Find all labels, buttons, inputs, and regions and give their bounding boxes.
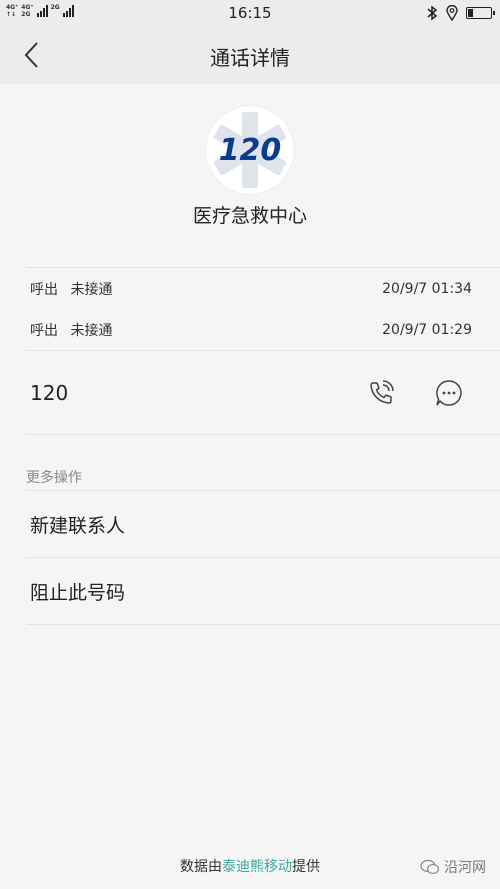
bluetooth-icon xyxy=(427,5,438,21)
message-icon xyxy=(436,380,462,406)
divider xyxy=(26,350,500,351)
call-log-item: 呼出 未接通 20/9/7 01:34 xyxy=(30,277,472,301)
call-time: 20/9/7 01:34 xyxy=(382,281,472,297)
watermark-text: 沿河网 xyxy=(444,860,486,876)
footer-prefix: 数据由 xyxy=(180,859,222,875)
message-button[interactable] xyxy=(432,376,466,410)
block-number-label: 阻止此号码 xyxy=(30,582,126,604)
data-provider-link[interactable]: 泰迪熊移动 xyxy=(222,859,292,875)
call-status: 未接通 xyxy=(70,282,113,298)
status-icons xyxy=(426,5,495,21)
wechat-icon xyxy=(420,859,440,875)
location-icon xyxy=(446,5,458,21)
call-log-item: 呼出 未接通 20/9/7 01:29 xyxy=(30,318,472,342)
call-type: 呼出 xyxy=(30,282,58,298)
footer-suffix: 提供 xyxy=(292,859,320,875)
call-time: 20/9/7 01:29 xyxy=(382,322,472,338)
divider xyxy=(26,267,500,268)
avatar-text: 120 xyxy=(219,133,282,168)
watermark: 沿河网 xyxy=(420,857,486,877)
navigation-bar: 通话详情 xyxy=(0,26,500,84)
section-label: 更多操作 xyxy=(26,470,82,486)
status-bar: 4G⁺ ↑↓ 4G⁺ 2G 2G 16:15 xyxy=(0,0,500,26)
phone-number[interactable]: 120 xyxy=(30,381,68,405)
page-title: 通话详情 xyxy=(210,46,290,70)
star-of-life-icon: 120 xyxy=(213,112,287,188)
phone-number-row: 120 xyxy=(0,352,500,434)
call-status: 未接通 xyxy=(70,323,113,339)
status-time: 16:15 xyxy=(228,4,272,22)
battery-icon xyxy=(466,7,495,19)
new-contact-button[interactable]: 新建联系人 xyxy=(0,491,500,557)
contact-avatar: 120 xyxy=(206,106,294,194)
divider xyxy=(26,434,500,435)
new-contact-label: 新建联系人 xyxy=(30,515,126,537)
phone-icon xyxy=(370,380,394,404)
contact-name: 医疗急救中心 xyxy=(192,205,307,227)
call-button[interactable] xyxy=(364,376,398,410)
divider xyxy=(26,624,500,625)
block-number-button[interactable]: 阻止此号码 xyxy=(0,558,500,624)
call-type: 呼出 xyxy=(30,323,58,339)
